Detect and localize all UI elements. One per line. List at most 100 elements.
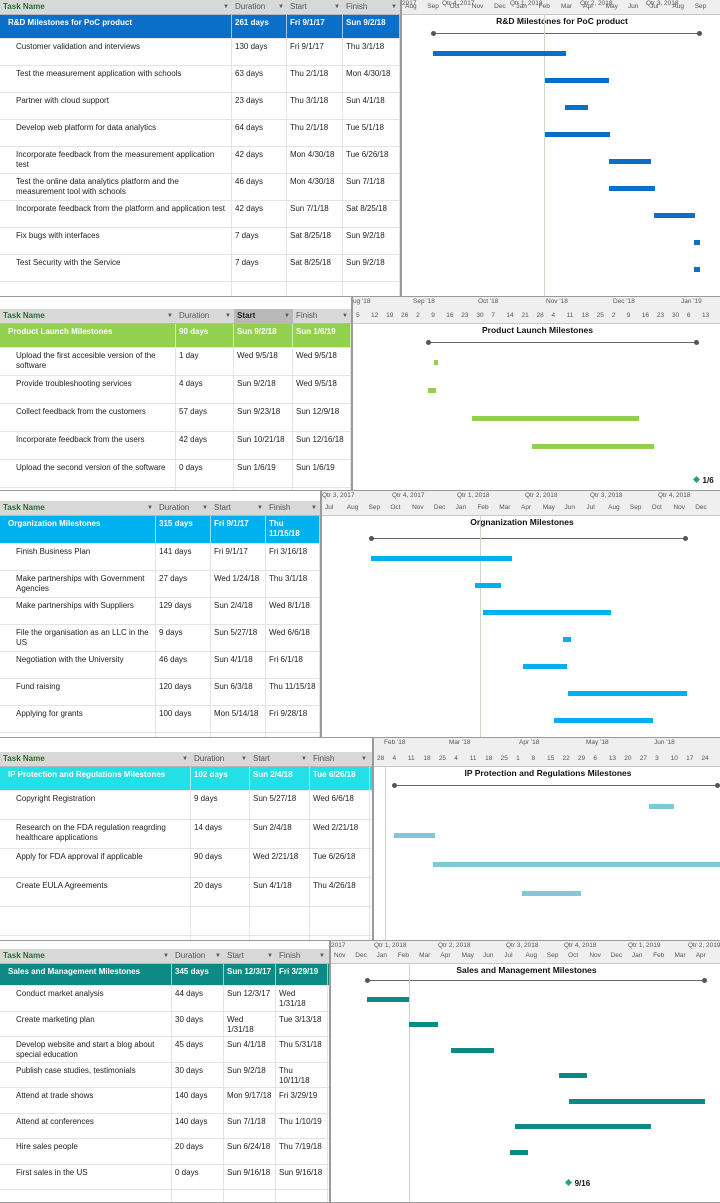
- milestone-marker[interactable]: 9/16: [564, 1179, 590, 1188]
- dropdown-arrow-icon[interactable]: ▼: [163, 949, 169, 963]
- dropdown-arrow-icon[interactable]: ▼: [215, 949, 221, 963]
- table-row[interactable]: Collect feedback from the customers 57 da…: [0, 404, 351, 432]
- dropdown-arrow-icon[interactable]: ▼: [167, 309, 173, 323]
- table-row[interactable]: Upload the second version of the softwar…: [0, 460, 351, 488]
- table-row[interactable]: Make partnerships with Government Agenci…: [0, 571, 320, 598]
- table-row[interactable]: Develop web platform for data analytics 6…: [0, 120, 400, 147]
- summary-row[interactable]: R&D Milestones for PoC product 261 days Fr…: [0, 15, 400, 39]
- table-row[interactable]: Copyright Registration 9 days Sun 5/27/18 W…: [0, 791, 372, 820]
- summary-bar[interactable]: [368, 536, 689, 541]
- summary-bar[interactable]: [365, 978, 707, 983]
- task-bar[interactable]: [693, 239, 701, 245]
- task-bar[interactable]: [394, 832, 436, 838]
- column-header-start[interactable]: Start ▼: [250, 752, 310, 766]
- column-header-task-name[interactable]: Task Name ▼: [0, 309, 176, 323]
- summary-bar[interactable]: [392, 783, 720, 788]
- task-bar[interactable]: [472, 416, 639, 421]
- column-header-task-name[interactable]: Task Name ▼: [0, 949, 172, 963]
- table-row[interactable]: Fund raising 120 days Sun 6/3/18 Thu 11/15/…: [0, 679, 320, 706]
- task-bar[interactable]: [408, 1022, 439, 1028]
- dropdown-arrow-icon[interactable]: ▼: [223, 0, 229, 14]
- column-header-finish[interactable]: Finish ▼: [276, 949, 328, 963]
- table-row[interactable]: Publish case studies, testimonials 30 day…: [0, 1062, 329, 1088]
- table-row[interactable]: Test Security with the Service 7 days Sat …: [0, 255, 400, 282]
- table-row[interactable]: Incorporate feedback from the platform a…: [0, 201, 400, 228]
- table-row[interactable]: Finish Business Plan 141 days Fri 9/1/17 Fr…: [0, 544, 320, 571]
- table-row[interactable]: Upload the first accesible version of th…: [0, 348, 351, 376]
- table-row[interactable]: Make partnerships with Suppliers 129 days…: [0, 598, 320, 625]
- task-bar[interactable]: [370, 555, 513, 561]
- column-header-start[interactable]: Start ▼: [234, 309, 293, 323]
- table-row[interactable]: Attend at trade shows 140 days Mon 9/17/18…: [0, 1088, 329, 1114]
- table-row[interactable]: Incorporate feedback from the users 42 da…: [0, 432, 351, 460]
- task-bar[interactable]: [558, 1073, 587, 1079]
- table-row[interactable]: Apply for FDA approval if applicable 90 d…: [0, 849, 372, 878]
- task-bar[interactable]: [569, 1098, 706, 1104]
- task-bar[interactable]: [653, 212, 695, 218]
- dropdown-arrow-icon[interactable]: ▼: [267, 949, 273, 963]
- table-row[interactable]: Hire sales people 20 days Sun 6/24/18 Thu 7…: [0, 1139, 329, 1165]
- task-bar[interactable]: [433, 861, 720, 867]
- table-row[interactable]: Test the online data analytics platform …: [0, 174, 400, 201]
- task-bar[interactable]: [367, 996, 410, 1002]
- dropdown-arrow-icon[interactable]: ▼: [391, 0, 397, 14]
- dropdown-arrow-icon[interactable]: ▼: [278, 0, 284, 14]
- task-bar[interactable]: [544, 131, 611, 137]
- column-header-duration[interactable]: Duration ▼: [156, 501, 211, 515]
- column-header-finish[interactable]: Finish ▼: [293, 309, 351, 323]
- table-row[interactable]: Research on the FDA regulation reagrding…: [0, 820, 372, 849]
- table-row[interactable]: Incorporate feedback from the measuremen…: [0, 147, 400, 174]
- dropdown-arrow-icon[interactable]: ▼: [319, 949, 325, 963]
- dropdown-arrow-icon[interactable]: ▼: [182, 752, 188, 766]
- task-bar[interactable]: [433, 50, 566, 56]
- table-row[interactable]: Fix bugs with interfaces 7 days Sat 8/25/1…: [0, 228, 400, 255]
- table-row[interactable]: Partner with cloud support 23 days Thu 3/1…: [0, 93, 400, 120]
- column-header-start[interactable]: Start ▼: [287, 0, 343, 14]
- table-row[interactable]: Negotiation with the University 46 days Su…: [0, 652, 320, 679]
- column-header-task-name[interactable]: Task Name ▼: [0, 501, 156, 515]
- dropdown-arrow-icon[interactable]: ▼: [301, 752, 307, 766]
- task-bar[interactable]: [553, 717, 653, 723]
- task-bar[interactable]: [565, 104, 589, 110]
- table-row[interactable]: Provide troubleshooting services 4 days Su…: [0, 376, 351, 404]
- summary-row[interactable]: Sales and Management Milestones 345 days S…: [0, 964, 329, 986]
- dropdown-arrow-icon[interactable]: ▼: [361, 752, 367, 766]
- column-header-duration[interactable]: Duration ▼: [191, 752, 250, 766]
- column-header-start[interactable]: Start ▼: [224, 949, 276, 963]
- task-bar[interactable]: [544, 77, 610, 83]
- dropdown-arrow-icon[interactable]: ▼: [311, 501, 317, 515]
- table-row[interactable]: Create marketing plan 30 days Wed 1/31/18 T…: [0, 1011, 329, 1037]
- dropdown-arrow-icon[interactable]: ▼: [284, 309, 290, 323]
- summary-row[interactable]: Product Launch Milestones 90 days Sun 9/2/…: [0, 324, 351, 348]
- table-row[interactable]: First sales in the US 0 days Sun 9/16/18 Su…: [0, 1164, 329, 1190]
- dropdown-arrow-icon[interactable]: ▼: [342, 309, 348, 323]
- milestone-marker[interactable]: 1/6: [692, 475, 714, 485]
- summary-bar[interactable]: [431, 31, 702, 36]
- task-bar[interactable]: [509, 1149, 528, 1155]
- task-bar[interactable]: [521, 890, 582, 896]
- summary-bar[interactable]: [425, 340, 699, 345]
- table-row[interactable]: Create EULA Agreements 20 days Sun 4/1/18 T…: [0, 878, 372, 907]
- summary-row[interactable]: Organization Milestones 315 days Fri 9/1/1…: [0, 516, 320, 544]
- task-bar[interactable]: [562, 636, 571, 642]
- task-bar[interactable]: [514, 1124, 651, 1130]
- column-header-start[interactable]: Start ▼: [211, 501, 266, 515]
- task-bar[interactable]: [608, 185, 655, 191]
- dropdown-arrow-icon[interactable]: ▼: [334, 0, 340, 14]
- column-header-finish[interactable]: Finish ▼: [266, 501, 320, 515]
- table-row[interactable]: Attend at conferences 140 days Sun 7/1/18 T…: [0, 1113, 329, 1139]
- table-row[interactable]: Develop website and start a blog about s…: [0, 1037, 329, 1063]
- task-bar[interactable]: [532, 444, 654, 449]
- dropdown-arrow-icon[interactable]: ▼: [147, 501, 153, 515]
- column-header-task-name[interactable]: Task Name ▼: [0, 752, 191, 766]
- task-bar[interactable]: [434, 360, 439, 365]
- column-header-duration[interactable]: Duration ▼: [172, 949, 224, 963]
- table-row[interactable]: Applying for grants 100 days Mon 5/14/18 Fr…: [0, 706, 320, 733]
- table-row[interactable]: Conduct market analysis 44 days Sun 12/3/1…: [0, 986, 329, 1012]
- task-bar[interactable]: [608, 158, 651, 164]
- column-header-task-name[interactable]: Task Name ▼: [0, 0, 232, 14]
- column-header-duration[interactable]: Duration ▼: [232, 0, 287, 14]
- table-row[interactable]: Test the measurement application with sc…: [0, 66, 400, 93]
- table-row[interactable]: Customer validation and interviews 130 da…: [0, 39, 400, 66]
- summary-row[interactable]: IP Protection and Regulations Milestones…: [0, 767, 372, 791]
